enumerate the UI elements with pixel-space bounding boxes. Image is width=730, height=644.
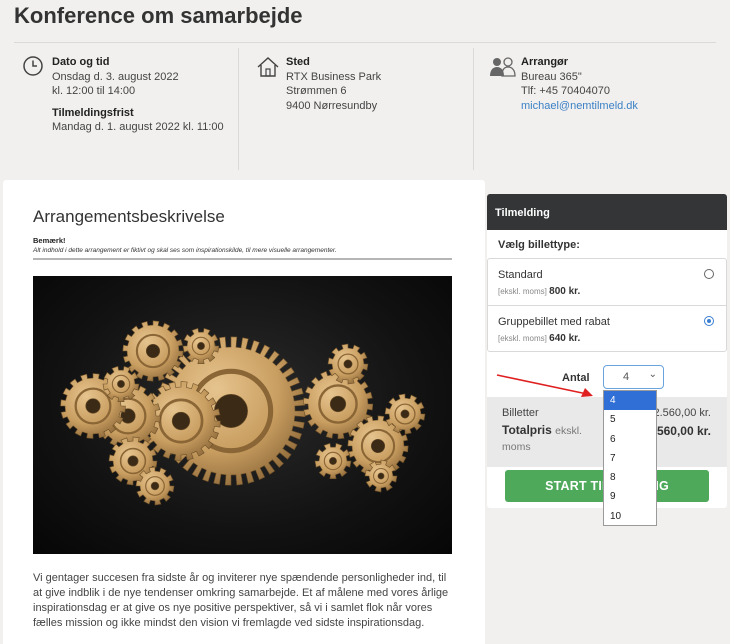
- gear-hub: [400, 409, 410, 419]
- location-street: Strømmen 6: [286, 85, 347, 97]
- dropdown-option[interactable]: 4: [604, 391, 656, 411]
- ticket-name: Standard: [498, 269, 543, 281]
- event-location-block: Sted RTX Business Park Strømmen 6 9400 N…: [256, 55, 456, 165]
- location-city: 9400 Nørresundby: [286, 99, 378, 112]
- ticket-type-label: Vælg billettype:: [498, 239, 580, 251]
- page-title: Konference om samarbejde: [14, 3, 303, 28]
- gear-hub: [377, 472, 385, 480]
- gear-hub: [117, 380, 125, 388]
- event-date-block: Dato og tid Onsdag d. 3. august 2022 kl.…: [22, 55, 237, 165]
- event-organizer-block: Arrangør Bureau 365" Tlf: +45 70404070 m…: [488, 55, 718, 165]
- gear-hub: [145, 343, 161, 359]
- quantity-dropdown-list: 4 5 6 7 8 9 10: [603, 390, 657, 526]
- dropdown-option[interactable]: 5: [604, 410, 656, 429]
- total-label: Totalpris ekskl. moms: [502, 423, 582, 453]
- dropdown-option[interactable]: 10: [604, 507, 656, 526]
- ticket-option-standard[interactable]: Standard [ekskl. moms] 800 kr.: [488, 259, 726, 305]
- gear-hub: [150, 481, 160, 491]
- organizer-email-link[interactable]: michael@nemtilmeld.dk: [521, 99, 638, 114]
- ticket-name: Gruppebillet med rabat: [498, 316, 610, 328]
- info-divider: [473, 48, 474, 170]
- tickets-label: Billetter: [502, 407, 539, 419]
- people-icon: [488, 55, 518, 84]
- description-card: Arrangementsbeskrivelse Bemærk! Alt indh…: [3, 180, 485, 644]
- organizer-label: Arrangør: [521, 56, 569, 68]
- house-icon: [256, 55, 280, 84]
- ticket-option-group[interactable]: Gruppebillet med rabat [ekskl. moms] 640…: [488, 305, 726, 351]
- quantity-value: 4: [623, 371, 630, 383]
- location-name: RTX Business Park: [286, 70, 382, 83]
- ticket-type-list: Standard [ekskl. moms] 800 kr. Gruppebil…: [487, 258, 727, 352]
- info-divider: [238, 48, 239, 170]
- dropdown-option[interactable]: 9: [604, 487, 656, 506]
- gear-hub: [127, 455, 139, 467]
- ticket-price: [ekskl. moms] 800 kr.: [498, 286, 581, 297]
- description-body: Vi gentager succesen fra sidste år og in…: [33, 572, 449, 629]
- clock-icon: [22, 55, 44, 82]
- gear-hub: [197, 342, 205, 350]
- registration-deadline: Mandag d. 1. august 2022 kl. 11:00: [52, 121, 224, 133]
- location-label: Sted: [286, 56, 310, 68]
- deadline-label: Tilmeldingsfrist: [52, 106, 134, 119]
- gear-hub: [370, 438, 386, 454]
- gear-hub: [329, 457, 337, 465]
- dropdown-option[interactable]: 7: [604, 449, 656, 468]
- quantity-select[interactable]: 4 ⌄: [603, 365, 664, 389]
- dropdown-option[interactable]: 8: [604, 468, 656, 487]
- note-title: Bemærk!: [33, 236, 66, 245]
- organizer-name: Bureau 365": [521, 70, 582, 83]
- gears-image: [33, 276, 452, 554]
- registration-header: Tilmelding: [487, 194, 727, 230]
- note-text: Alt indhold i dette arrangement er fikti…: [33, 247, 337, 254]
- ticket-radio-group[interactable]: [704, 316, 714, 326]
- ticket-price: [ekskl. moms] 640 kr.: [498, 333, 581, 344]
- event-time: kl. 12:00 til 14:00: [52, 85, 136, 97]
- organizer-phone: Tlf: +45 70404070: [521, 85, 610, 97]
- note-divider: [33, 258, 452, 260]
- annotation-arrow-icon: [496, 374, 593, 397]
- date-label: Dato og tid: [52, 56, 110, 68]
- dropdown-option[interactable]: 6: [604, 430, 656, 449]
- tickets-value: 2.560,00 kr.: [653, 407, 712, 419]
- event-date: Onsdag d. 3. august 2022: [52, 70, 179, 83]
- description-heading: Arrangementsbeskrivelse: [33, 207, 225, 226]
- gear-hub: [343, 359, 353, 369]
- gear-hub: [171, 411, 191, 431]
- chevron-down-icon: ⌄: [648, 369, 657, 380]
- gear-hub: [329, 395, 347, 413]
- ticket-radio-standard[interactable]: [704, 269, 714, 279]
- title-divider: [14, 42, 716, 43]
- gear-hub: [85, 398, 101, 414]
